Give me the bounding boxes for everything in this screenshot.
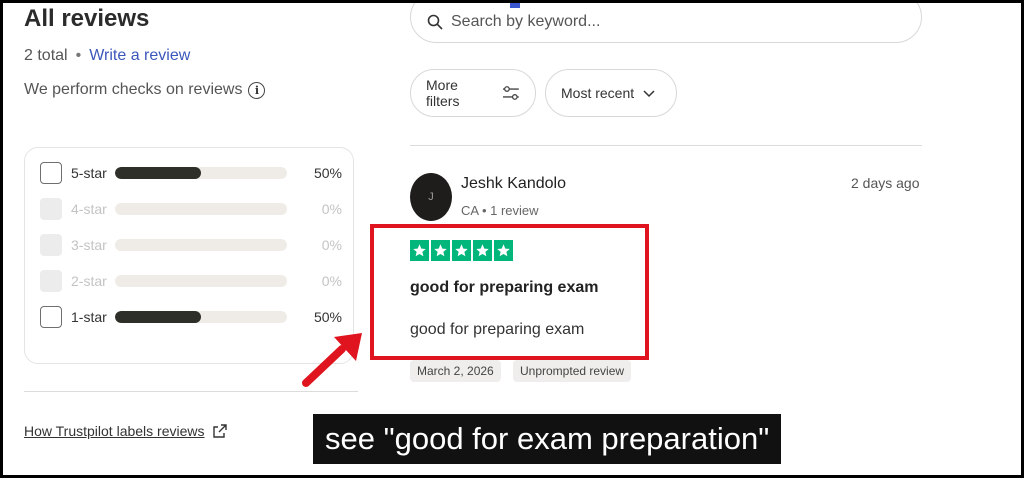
distribution-bar	[115, 203, 287, 215]
distribution-bar	[115, 167, 287, 179]
distribution-row-1-star[interactable]: 1-star 50%	[40, 304, 342, 330]
chevron-down-icon	[643, 90, 655, 98]
separator-dot: •	[75, 47, 82, 64]
trustpilot-labels-link[interactable]: How Trustpilot labels reviews	[24, 423, 227, 439]
distribution-row-5-star[interactable]: 5-star 50%	[40, 160, 342, 186]
checks-note: We perform checks on reviews i	[24, 81, 266, 99]
labels-link-text[interactable]: How Trustpilot labels reviews	[24, 423, 205, 439]
star-filter-checkbox	[40, 234, 62, 256]
distribution-percent: 0%	[321, 237, 342, 253]
section-divider	[24, 391, 358, 392]
more-filters-label: More filters	[426, 77, 460, 109]
reviewer-meta: CA • 1 review	[461, 203, 539, 218]
star-label: 1-star	[71, 309, 107, 325]
distribution-percent: 0%	[321, 201, 342, 217]
distribution-percent: 0%	[321, 273, 342, 289]
search-bar[interactable]	[410, 3, 922, 43]
distribution-percent: 50%	[313, 165, 342, 181]
star-label: 2-star	[71, 273, 107, 289]
search-icon	[427, 14, 443, 30]
star-filter-checkbox[interactable]	[40, 306, 62, 328]
distribution-row-3-star: 3-star 0%	[40, 232, 342, 258]
screen-frame: All reviews 2 total • Write a review We pe…	[3, 3, 1021, 475]
review-relative-date: 2 days ago	[851, 175, 920, 191]
distribution-row-2-star: 2-star 0%	[40, 268, 342, 294]
star-filter-checkbox	[40, 198, 62, 220]
annotation-highlight-box	[370, 224, 649, 360]
star-filter-checkbox	[40, 270, 62, 292]
sort-label: Most recent	[561, 85, 635, 101]
star-filter-checkbox[interactable]	[40, 162, 62, 184]
review-list-divider	[410, 145, 922, 146]
distribution-row-4-star: 4-star 0%	[40, 196, 342, 222]
annotation-arrow-icon	[302, 333, 362, 387]
external-link-icon	[212, 424, 227, 438]
checks-note-text: We perform checks on reviews	[24, 81, 243, 98]
page-title: All reviews	[24, 5, 150, 32]
distribution-bar	[115, 311, 287, 323]
star-label: 3-star	[71, 237, 107, 253]
more-filters-button[interactable]: More filters	[410, 69, 536, 117]
review-date-tag: March 2, 2026	[410, 360, 501, 382]
video-caption: see "good for exam preparation"	[313, 414, 782, 464]
distribution-bar-fill	[115, 311, 201, 323]
distribution-bar	[115, 275, 287, 287]
review-total: 2 total	[24, 47, 68, 64]
star-label: 5-star	[71, 165, 107, 181]
review-count-line: 2 total • Write a review	[24, 47, 190, 65]
info-icon[interactable]: i	[248, 81, 266, 99]
search-input[interactable]	[449, 12, 873, 32]
write-review-link[interactable]: Write a review	[89, 47, 190, 64]
star-label: 4-star	[71, 201, 107, 217]
unprompted-review-tag[interactable]: Unprompted review	[513, 360, 632, 382]
sliders-icon	[503, 86, 520, 100]
avatar[interactable]: J	[410, 173, 452, 221]
distribution-bar	[115, 239, 287, 251]
sort-dropdown[interactable]: Most recent	[545, 69, 677, 117]
distribution-bar-fill	[115, 167, 201, 179]
reviewer-name[interactable]: Jeshk Kandolo	[461, 175, 566, 193]
